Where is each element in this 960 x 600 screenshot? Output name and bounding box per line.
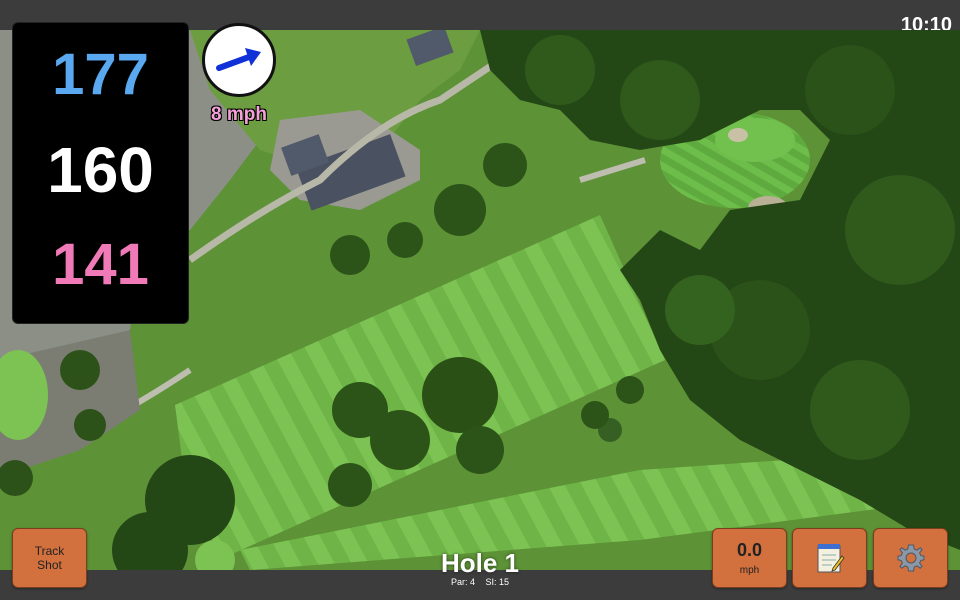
speed-button[interactable]: 0.0 mph [712,528,787,588]
settings-button[interactable] [873,528,948,588]
gear-icon [897,544,924,572]
hole-info: Par: 4 SI: 15 [380,577,580,587]
wind-arrow-icon [216,48,261,71]
notes-button[interactable] [792,528,867,588]
distance-panel: 177 160 141 [12,22,189,324]
wind-speed: 8 mph [211,104,267,125]
hole-title: Hole 1 [440,548,520,578]
track-shot-label-line2: Shot [37,558,62,572]
wind-compass [202,23,276,97]
distance-back: 177 [52,42,149,107]
notepad-icon [817,544,845,573]
speed-value: 0.0 [736,540,763,560]
distance-middle: 160 [47,134,154,206]
hole-stroke-index: SI: 15 [485,577,510,587]
track-shot-label-line1: Track [34,544,65,558]
hole-par: Par: 4 [450,577,475,587]
track-shot-button[interactable]: Track Shot [12,528,87,588]
speed-unit: mph [739,565,760,576]
distance-front: 141 [52,232,149,297]
